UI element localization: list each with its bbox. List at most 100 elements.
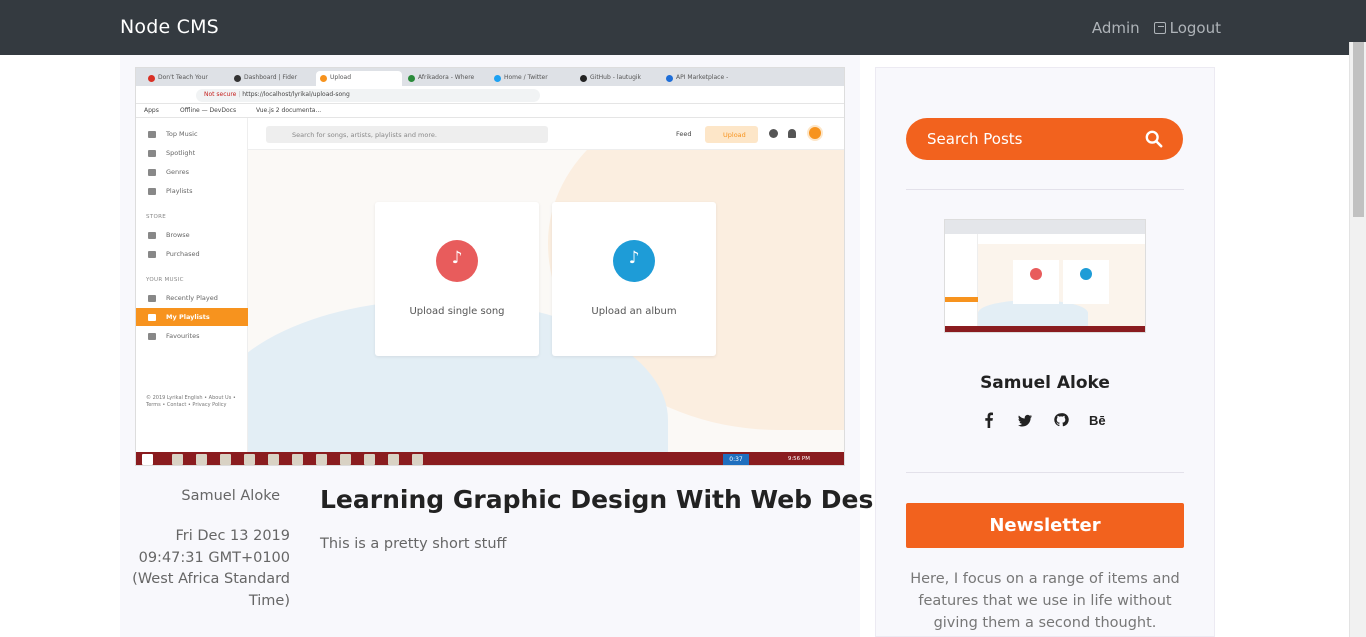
address-url: https://localhost/lyrikal/upload-song xyxy=(242,91,350,98)
facebook-icon[interactable] xyxy=(981,411,997,429)
logout-link[interactable]: Logout xyxy=(1153,19,1221,37)
logout-label: Logout xyxy=(1169,19,1221,37)
spotlight-icon xyxy=(148,149,156,157)
top-navbar: Node CMS Admin Logout xyxy=(0,0,1366,55)
divider xyxy=(906,472,1184,473)
side-item: Purchased xyxy=(148,248,200,260)
side-item: Favourites xyxy=(148,330,199,342)
side-item: Spotlight xyxy=(148,147,195,159)
app-sidebar: Top Music Spotlight Genres Playlists STO… xyxy=(136,118,248,452)
github-icon[interactable] xyxy=(1053,411,1069,429)
gmail-icon xyxy=(148,75,155,82)
newsletter-button[interactable]: Newsletter xyxy=(906,503,1184,548)
post-excerpt: This is a pretty short stuff xyxy=(320,536,507,552)
chat-icon xyxy=(769,129,778,138)
app-icon xyxy=(268,454,279,465)
thumb-music-icon xyxy=(1030,268,1042,280)
post-date: Fri Dec 13 2019 09:47:31 GMT+0100 (West … xyxy=(132,528,290,609)
bookmark-item: Offline — DevDocs xyxy=(180,107,237,114)
thumb-active-item xyxy=(945,297,978,302)
upload-single-card: Upload single song xyxy=(375,202,539,356)
page-scrollbar[interactable] xyxy=(1349,42,1366,637)
search-posts-button[interactable]: Search Posts xyxy=(906,118,1183,160)
upload-button: Upload xyxy=(705,126,758,143)
side-item: Top Music xyxy=(148,128,198,140)
svg-text:Bē: Bē xyxy=(1089,413,1106,428)
browser-address-row: Not secure | https://localhost/lyrikal/u… xyxy=(136,86,844,104)
upload-album-card: Upload an album xyxy=(552,202,716,356)
side-heading: STORE xyxy=(146,214,166,220)
address-bar: Not secure | https://localhost/lyrikal/u… xyxy=(196,89,540,102)
thumb-browser-bar xyxy=(945,220,1145,234)
system-clock: 9:56 PM xyxy=(787,456,810,462)
app-content: Upload single song Upload an album xyxy=(248,150,844,452)
app-search: Search for songs, artists, playlists and… xyxy=(266,126,548,143)
browser-tab: API Marketplace - xyxy=(662,71,746,86)
side-item: Browse xyxy=(148,229,190,241)
browser-tab: Home / Twitter xyxy=(490,71,574,86)
side-heading: YOUR MUSIC xyxy=(146,277,184,283)
admin-link[interactable]: Admin xyxy=(1092,19,1140,37)
history-icon xyxy=(148,294,156,302)
sidebar-author-name: Samuel Aloke xyxy=(980,373,1110,393)
side-item: Genres xyxy=(148,166,189,178)
twitter-tab-icon xyxy=(494,75,501,82)
afrikadora-icon xyxy=(408,75,415,82)
browser-tab: Don't Teach Your xyxy=(144,71,228,86)
thumb-card xyxy=(1013,260,1059,304)
folder-icon xyxy=(172,454,183,465)
windows-start-icon xyxy=(142,454,153,465)
not-secure-label: Not secure xyxy=(204,91,237,98)
app-icon xyxy=(340,454,351,465)
album-icon xyxy=(613,240,655,282)
nav-links: Admin Logout xyxy=(1092,19,1221,37)
side-item: Playlists xyxy=(148,185,193,197)
app-header: Search for songs, artists, playlists and… xyxy=(248,118,844,150)
dashboard-icon xyxy=(234,75,241,82)
browser-tab: GitHub - lautugik xyxy=(576,71,660,86)
app-icon xyxy=(388,454,399,465)
chrome-icon xyxy=(196,454,207,465)
thumb-taskbar xyxy=(945,326,1145,332)
scrollbar-thumb[interactable] xyxy=(1353,42,1364,217)
feed-link: Feed xyxy=(676,130,692,138)
genres-icon xyxy=(148,168,156,176)
side-item-active: My Playlists xyxy=(136,308,248,326)
app-footer: © 2019 Lyrikal English • About Us • Term… xyxy=(146,395,236,408)
upload-tab-icon xyxy=(320,75,327,82)
bookmarks-bar: Apps Offline — DevDocs Vue.js 2 document… xyxy=(136,104,844,118)
browser-tab-strip: Don't Teach Your Dashboard | Fider Uploa… xyxy=(136,68,844,86)
vscode-icon xyxy=(220,454,231,465)
twitter-icon[interactable] xyxy=(1017,411,1033,429)
app-icon xyxy=(292,454,303,465)
thumb-album-icon xyxy=(1080,268,1092,280)
bookmark-item: Apps xyxy=(144,107,159,114)
thumb-card xyxy=(1063,260,1109,304)
app-icon xyxy=(364,454,375,465)
divider xyxy=(906,189,1184,190)
api-tab-icon xyxy=(666,75,673,82)
browser-tab: Dashboard | Fider xyxy=(230,71,314,86)
windows-taskbar: 0:37 9:56 PM xyxy=(136,452,844,465)
app-icon xyxy=(316,454,327,465)
chart-icon xyxy=(148,130,156,138)
behance-icon[interactable]: Bē xyxy=(1089,411,1109,429)
bell-icon xyxy=(788,129,796,138)
search-icon xyxy=(1145,130,1163,148)
my-playlists-icon xyxy=(148,313,156,321)
browser-tab-active: Upload xyxy=(316,71,402,86)
app-icon xyxy=(244,454,255,465)
purchased-icon xyxy=(148,250,156,258)
newsletter-description: Here, I focus on a range of items and fe… xyxy=(910,571,1180,631)
post-image[interactable]: Don't Teach Your Dashboard | Fider Uploa… xyxy=(135,67,845,466)
card-label: Upload an album xyxy=(591,306,677,317)
brand-logo[interactable]: Node CMS xyxy=(120,16,219,38)
app-icon xyxy=(412,454,423,465)
bookmark-item: Vue.js 2 documenta... xyxy=(256,107,322,114)
post-title[interactable]: Learning Graphic Design With Web Design xyxy=(320,485,918,514)
social-links: Bē xyxy=(981,411,1109,429)
side-item: Recently Played xyxy=(148,292,218,304)
post-author: Samuel Aloke xyxy=(181,488,280,504)
media-timer: 0:37 xyxy=(723,454,749,465)
music-note-icon xyxy=(436,240,478,282)
